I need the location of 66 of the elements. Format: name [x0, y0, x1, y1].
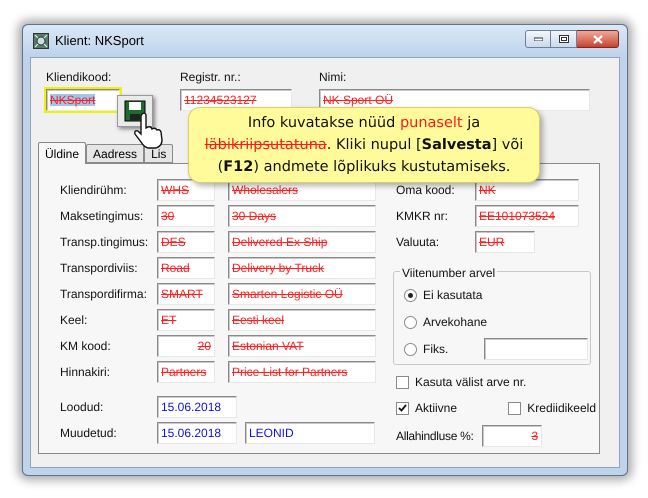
- text-field[interactable]: SMART: [157, 283, 215, 305]
- field-label: Keel:: [60, 312, 88, 329]
- text-field[interactable]: 30: [157, 205, 215, 227]
- app-icon: [33, 33, 49, 49]
- text-field[interactable]: Delivered Ex Ship: [228, 231, 376, 253]
- text-field[interactable]: ET: [157, 309, 215, 331]
- field-label: Maksetingimus:: [60, 208, 144, 225]
- checkbox[interactable]: [396, 402, 409, 414]
- text-field[interactable]: NKSport: [46, 89, 120, 111]
- field-label: Registr. nr.:: [180, 69, 242, 86]
- radio-label: Ei kasutata: [423, 287, 484, 304]
- text-field[interactable]: 3: [482, 425, 542, 447]
- text-field[interactable]: 30 Days: [228, 205, 376, 227]
- checkbox[interactable]: [508, 402, 522, 414]
- text-field[interactable]: 15.06.2018: [157, 422, 237, 444]
- radio-button[interactable]: [404, 316, 417, 328]
- checkbox-label: Krediidikeeld: [527, 400, 596, 417]
- text-field[interactable]: Partners: [157, 361, 215, 383]
- text-field[interactable]: EUR: [475, 231, 535, 253]
- tab[interactable]: Üldine: [38, 142, 86, 164]
- minimize-icon: [534, 37, 542, 41]
- text-field[interactable]: [484, 338, 588, 360]
- field-label: Transpordiviis:: [60, 260, 139, 277]
- checkbox-label: Kasuta välist arve nr.: [415, 374, 526, 391]
- radio-label: Arvekohane: [423, 314, 484, 331]
- window-title: Klient: NKSport: [55, 32, 144, 50]
- field-label: Nimi:: [319, 69, 348, 86]
- field-label: Oma kood:: [396, 182, 456, 199]
- field-label: Hinnakiri:: [60, 364, 112, 381]
- close-icon: [592, 34, 602, 44]
- text-field[interactable]: Smarten Logistic OÜ: [228, 283, 376, 305]
- field-label: Transp.tingimus:: [60, 234, 150, 251]
- text-field[interactable]: NK: [475, 179, 579, 201]
- text-field[interactable]: 20: [157, 335, 215, 357]
- tooltip-text: Info kuvatakse nüüd punaselt ja läbikriipsutatuna. Kliki nupul [Salvesta] või (F12) andmete lõplikuks kustutamiseks.: [204, 114, 524, 177]
- text-field[interactable]: DES: [157, 231, 215, 253]
- tab[interactable]: Aadress: [86, 144, 144, 163]
- radio-button[interactable]: [404, 342, 417, 356]
- maximize-icon: [558, 35, 568, 43]
- checkbox[interactable]: [396, 376, 409, 388]
- close-button[interactable]: [577, 30, 619, 48]
- text-field[interactable]: 15.06.2018: [157, 396, 237, 418]
- field-label: Loodud:: [60, 399, 104, 416]
- field-label: Transpordifirma:: [60, 286, 148, 303]
- radio-label: Fiks.: [423, 341, 450, 358]
- text-field[interactable]: Road: [157, 257, 215, 279]
- field-label: Kliendikood:: [46, 69, 112, 86]
- field-label: Valuuta:: [396, 234, 440, 251]
- check-icon: [398, 404, 407, 412]
- minimize-button[interactable]: [525, 30, 551, 48]
- text-field[interactable]: Delivery by Truck: [228, 257, 376, 279]
- text-field[interactable]: Estonian VAT: [228, 335, 376, 357]
- field-label: Allahindluse %:: [396, 428, 475, 445]
- text-field[interactable]: EE101073524: [475, 205, 579, 227]
- maximize-button[interactable]: [551, 30, 577, 48]
- text-field[interactable]: LEONID: [245, 422, 375, 444]
- radio-button[interactable]: [404, 288, 417, 302]
- field-label: KMKR nr:: [396, 208, 450, 225]
- text-field[interactable]: Price List for Partners: [228, 361, 376, 383]
- field-label: KM kood:: [60, 338, 112, 355]
- save-button[interactable]: [117, 95, 153, 127]
- field-label: Kliendirühm:: [60, 182, 128, 199]
- checkbox-label: Aktiivne: [415, 400, 458, 417]
- text-field[interactable]: Eesti keel: [228, 309, 376, 331]
- field-label: Muudetud:: [60, 425, 118, 442]
- text-field[interactable]: WHS: [157, 179, 215, 201]
